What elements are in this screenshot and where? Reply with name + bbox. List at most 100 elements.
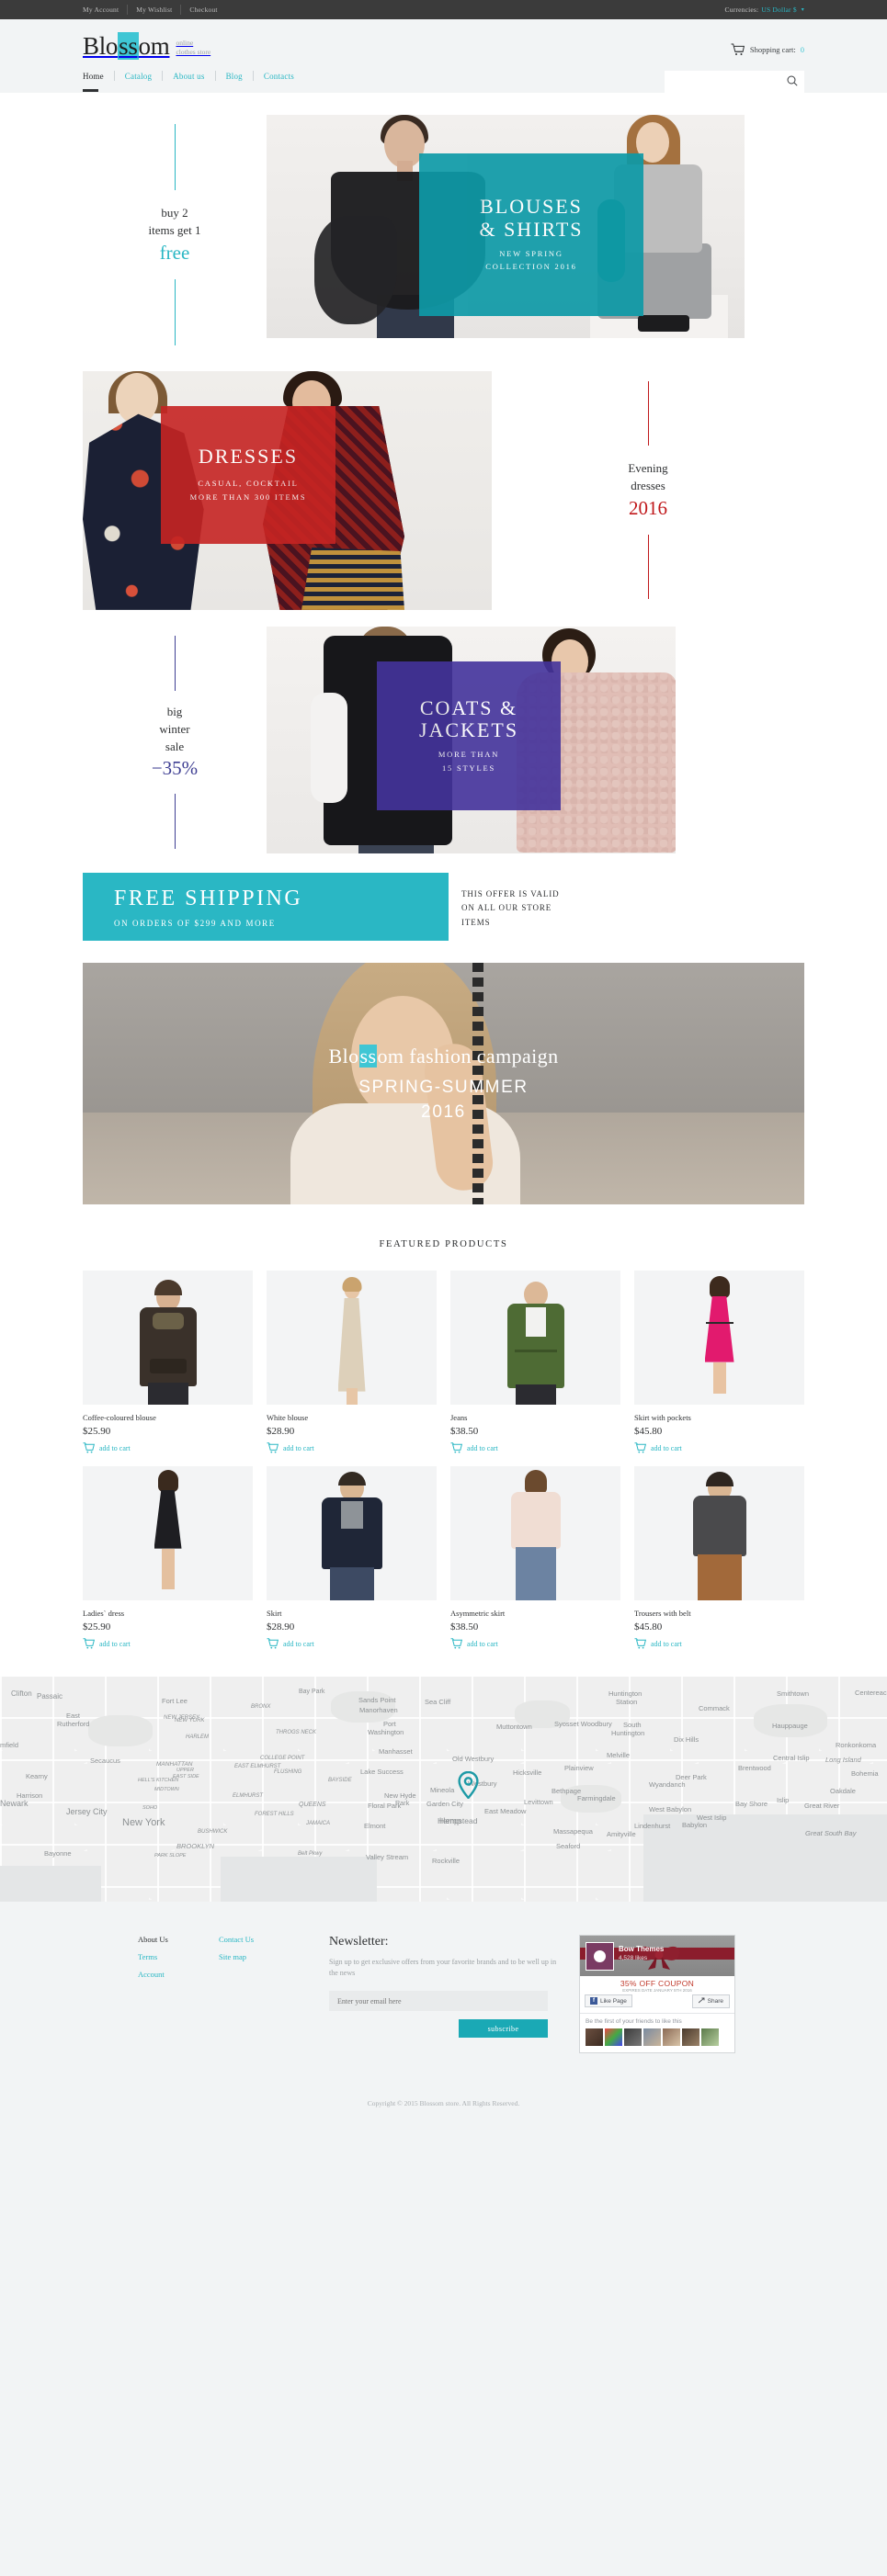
cart-icon [83, 1637, 96, 1651]
product-image[interactable] [634, 1270, 804, 1405]
map-label: Elmont [364, 1821, 386, 1830]
map-label: Bohemia [851, 1768, 879, 1778]
accent-line-bottom [647, 535, 649, 600]
map-label: Amityville [607, 1829, 636, 1838]
free-shipping-banner[interactable]: FREE SHIPPING ON ORDERS OF $299 AND MORE… [83, 872, 804, 941]
facebook-share-button[interactable]: Share [691, 1994, 730, 2008]
main-navigation: Home Catalog About us Blog Contacts [83, 71, 304, 92]
link-checkout[interactable]: Checkout [181, 6, 225, 14]
copyright-text: Copyright © 2015 Blossom store. All Righ… [367, 2098, 520, 2107]
product-card[interactable]: Jeans $38.50 add to cart [450, 1270, 620, 1455]
add-to-cart-button[interactable]: add to cart [267, 1637, 437, 1651]
nav-item-home[interactable]: Home [83, 72, 114, 92]
facebook-page-widget[interactable]: Bow Themes 4,528 likes 35% OFF COUPON EX… [579, 1934, 735, 2053]
footer-link-terms[interactable]: Terms [138, 1952, 219, 1961]
product-image[interactable] [83, 1465, 253, 1600]
add-to-cart-button[interactable]: add to cart [634, 1441, 804, 1455]
map-label: Huntington [608, 1689, 643, 1698]
product-card[interactable]: Coffee-coloured blouse $25.90 add to cart [83, 1270, 253, 1455]
featured-products-section: FEATURED PRODUCTS Coffee-coloured blouse… [0, 1203, 887, 1677]
product-image[interactable] [267, 1270, 437, 1405]
map-label: West Babylon [649, 1804, 692, 1813]
add-to-cart-button[interactable]: add to cart [83, 1441, 253, 1455]
promo-sub-line1: MORE THAN [438, 749, 500, 759]
shopping-cart[interactable]: Shopping cart: 0 [731, 34, 804, 56]
map-label: Babylon [682, 1820, 708, 1829]
product-image[interactable] [450, 1465, 620, 1600]
product-price: $38.50 [450, 1621, 479, 1633]
map-label: BROOKLYN [176, 1841, 214, 1850]
product-card[interactable]: White blouse $28.90 add to cart [267, 1270, 437, 1455]
product-card[interactable]: Skirt $28.90 add to cart [267, 1465, 437, 1651]
footer-link-account[interactable]: Account [138, 1970, 219, 1979]
promo-side-line2: winter [159, 721, 190, 736]
map-label: Clifton [11, 1689, 32, 1698]
promo-banner-coats[interactable]: big winter sale −35% COATS & JACKETS MOR… [83, 626, 804, 858]
footer-link-contact-us[interactable]: Contact Us [219, 1935, 320, 1944]
add-to-cart-button[interactable]: add to cart [83, 1637, 253, 1651]
product-image[interactable] [634, 1465, 804, 1600]
newsletter-email-input[interactable] [329, 1991, 548, 2012]
promo-banner-dresses[interactable]: DRESSES CASUAL, COCKTAIL MORE THAN 300 I… [83, 370, 804, 610]
promo-side-accent: 2016 [628, 497, 667, 520]
map-label: Smithtown [777, 1689, 810, 1698]
hero-campaign-banner[interactable]: Blossom fashion campaign SPRING-SUMMER 2… [83, 962, 804, 1204]
water-body [643, 1813, 887, 1902]
tagline-line1: online [176, 38, 194, 47]
nav-item-about-us[interactable]: About us [163, 72, 214, 81]
footer-link-site-map[interactable]: Site map [219, 1952, 320, 1961]
add-to-cart-button[interactable]: add to cart [450, 1441, 620, 1455]
top-bar: My Account My Wishlist Checkout Currenci… [0, 0, 887, 19]
facebook-icon: f [590, 1997, 597, 2005]
product-image[interactable] [267, 1465, 437, 1600]
promo-title-line2: & SHIRTS [479, 217, 584, 241]
nav-item-catalog[interactable]: Catalog [115, 72, 162, 81]
nav-item-contacts[interactable]: Contacts [254, 72, 304, 81]
map-label: FLUSHING [274, 1768, 302, 1775]
hero-title-part2: om fashion campaign [377, 1044, 559, 1068]
product-price: $25.90 [83, 1425, 111, 1437]
product-card[interactable]: Trousers with belt $45.80 add to cart [634, 1465, 804, 1651]
map-label: NEW YORK [175, 1717, 205, 1723]
newsletter-description: Sign up to get exclusive offers from you… [329, 1957, 557, 1978]
map-label: Levittown [524, 1797, 553, 1806]
footer-link-about-us[interactable]: About Us [138, 1935, 219, 1944]
link-my-wishlist[interactable]: My Wishlist [128, 6, 180, 14]
promo-side-line2: items get 1 [148, 222, 201, 237]
promo-banner-blouses[interactable]: buy 2 items get 1 free BLOUSES & SHIRTS … [83, 115, 804, 355]
promo-side-line1: buy 2 [161, 206, 188, 220]
subscribe-button[interactable]: subscribe [459, 2019, 548, 2039]
product-name: Skirt with pockets [634, 1412, 691, 1422]
facebook-like-button[interactable]: f Like Page [585, 1994, 632, 2008]
product-card[interactable]: Skirt with pockets $45.80 add to cart [634, 1270, 804, 1455]
cart-icon [83, 1441, 96, 1455]
map-label: ELMHURST [233, 1792, 264, 1799]
map-label: Kearny [26, 1771, 48, 1780]
add-to-cart-button[interactable]: add to cart [267, 1441, 437, 1455]
search-input[interactable] [665, 71, 780, 93]
map-pin-icon[interactable] [458, 1770, 479, 1800]
product-image[interactable] [83, 1270, 253, 1405]
product-card[interactable]: Ladies` dress $25.90 add to cart [83, 1465, 253, 1651]
search-box[interactable] [665, 71, 804, 93]
search-button[interactable] [780, 71, 804, 93]
cart-count: 0 [800, 45, 804, 54]
map-label: Great River [804, 1801, 840, 1810]
currency-selector[interactable]: Currencies: US Dollar $ ▾ [725, 6, 804, 14]
location-map[interactable]: Clifton Passaic Fort Lee Bay Park Sands Poin… [0, 1676, 887, 1902]
map-label: Melville [607, 1750, 631, 1759]
site-header: Blossom online clothes store Shopping ca… [0, 19, 887, 93]
product-image[interactable] [450, 1270, 620, 1405]
promo-side-accent: free [159, 241, 190, 264]
product-name: Ladies` dress [83, 1608, 125, 1618]
product-card[interactable]: Asymmetric skirt $38.50 add to cart [450, 1465, 620, 1651]
promo-title-line1: COATS & [419, 695, 518, 719]
nav-item-blog[interactable]: Blog [216, 72, 253, 81]
logo-text: Blossom [83, 32, 170, 60]
logo[interactable]: Blossom online clothes store [83, 32, 210, 60]
map-label: Bayonne [44, 1848, 72, 1858]
add-to-cart-button[interactable]: add to cart [450, 1637, 620, 1651]
add-to-cart-button[interactable]: add to cart [634, 1637, 804, 1651]
hero-title-part1: Blo [328, 1044, 359, 1068]
link-my-account[interactable]: My Account [83, 6, 127, 14]
